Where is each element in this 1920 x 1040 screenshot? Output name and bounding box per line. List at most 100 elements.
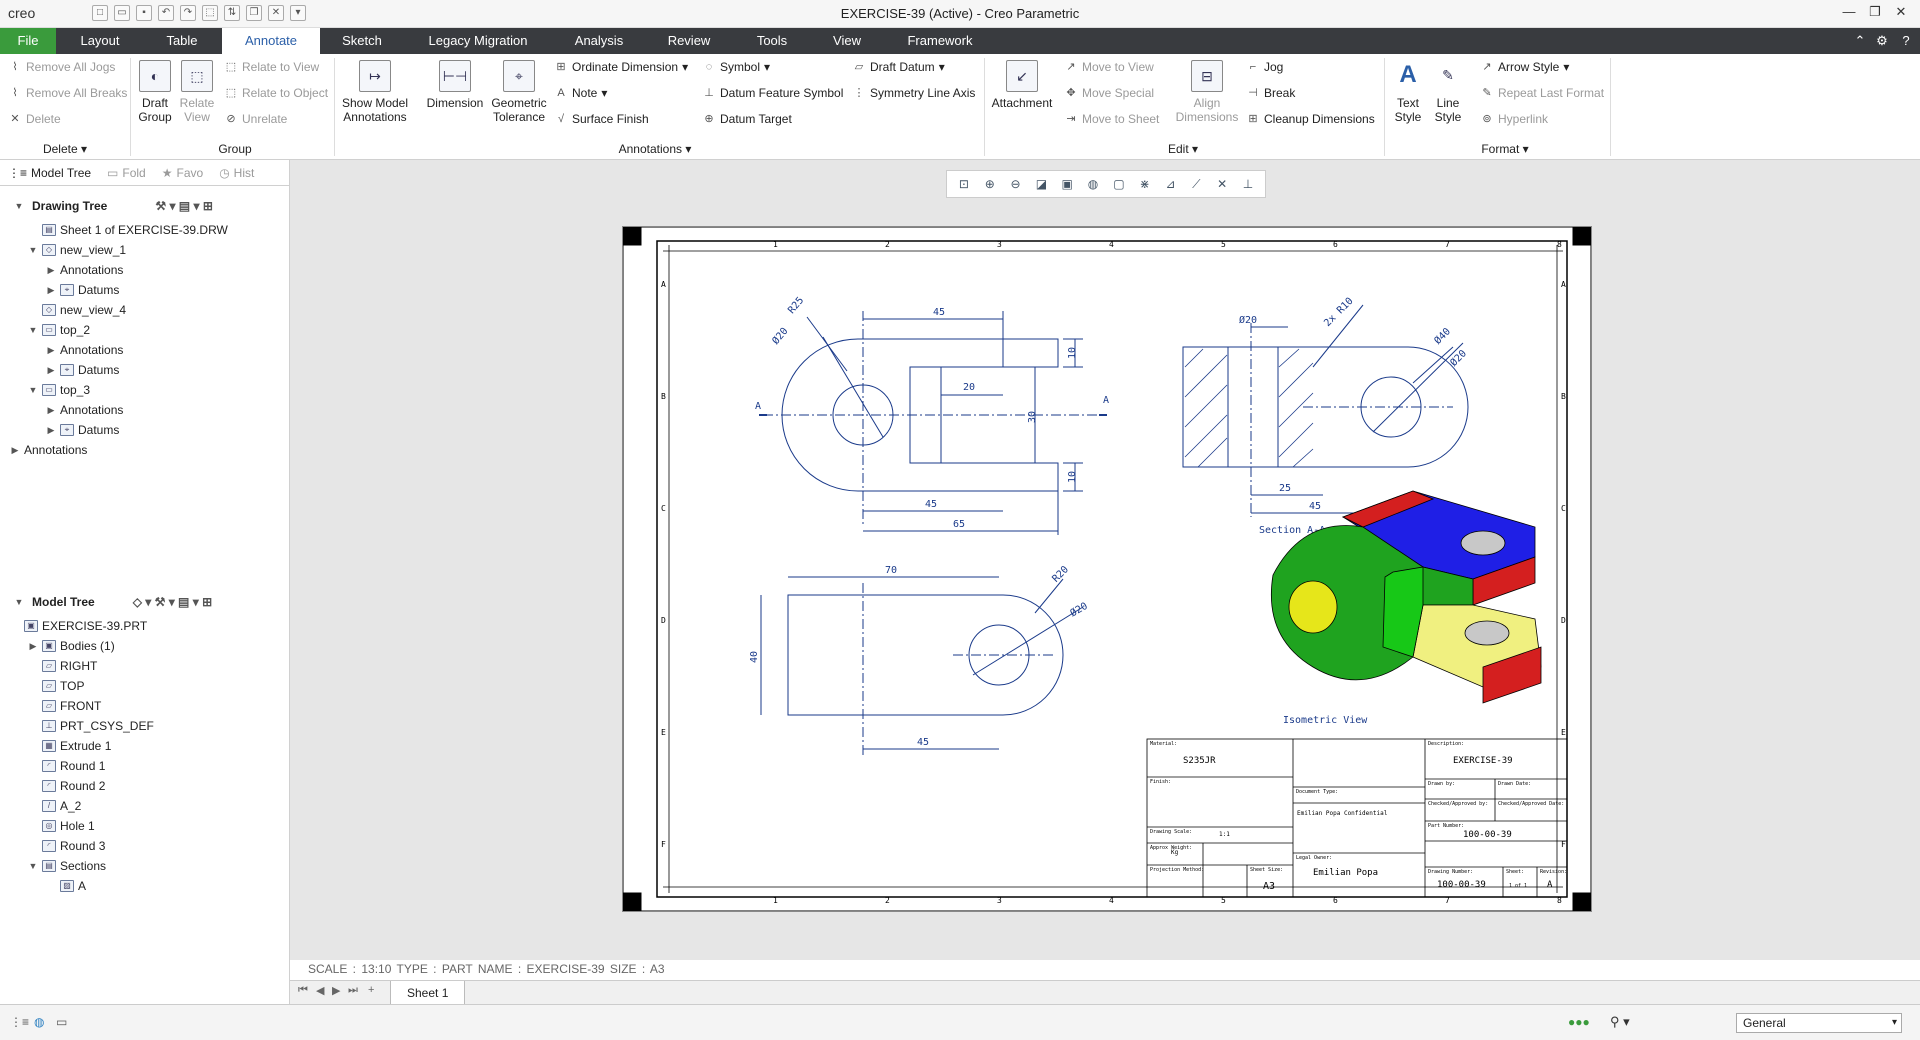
expand-arrow-icon[interactable]: ▼ xyxy=(28,856,38,876)
tree-item[interactable]: ▶ Annotations xyxy=(46,260,124,280)
view-manager-icon[interactable]: ▢ xyxy=(1110,175,1128,193)
break-button[interactable]: ⊣ Break xyxy=(1246,86,1295,100)
minimize-icon[interactable]: — xyxy=(1838,4,1860,22)
tree-item[interactable]: ▨ A xyxy=(46,876,86,896)
move-to-sheet-button[interactable]: ⇥ Move to Sheet xyxy=(1064,112,1159,126)
expand-arrow-icon[interactable]: ▶ xyxy=(46,420,56,440)
restore-icon[interactable]: ❐ xyxy=(1864,4,1886,22)
tree-item[interactable]: ▶ Annotations xyxy=(10,440,88,460)
redo-icon[interactable]: ↷ xyxy=(180,5,196,21)
tab-view[interactable]: View xyxy=(820,28,874,54)
symbol-button[interactable]: ◌ Symbol ▾ xyxy=(702,60,770,74)
tree-item[interactable]: ▼ ▭ top_2 xyxy=(28,320,91,340)
expand-arrow-icon[interactable]: ▶ xyxy=(28,636,38,656)
delete-button[interactable]: ✕ Delete xyxy=(8,112,60,126)
draft-group-button[interactable]: ◐ Draft Group xyxy=(136,60,174,124)
tab-review[interactable]: Review xyxy=(656,28,722,54)
expand-arrow-icon[interactable]: ▶ xyxy=(46,360,56,380)
find-icon[interactable]: ⚲ ▾ xyxy=(1610,1014,1630,1030)
tree-item[interactable]: ▣ EXERCISE-39.PRT xyxy=(10,616,147,636)
tree-item[interactable]: ▶ ⌖ Datums xyxy=(46,420,120,440)
relate-view-button[interactable]: ⬚ Relate View xyxy=(178,60,216,124)
sheet-tab[interactable]: Sheet 1 xyxy=(390,981,466,1005)
new-file-icon[interactable]: □ xyxy=(92,5,108,21)
tree-item[interactable]: ▤ Sheet 1 of EXERCISE-39.DRW xyxy=(28,220,228,240)
windows-icon[interactable]: ❐ xyxy=(246,5,262,21)
arrow-style-button[interactable]: ↗ Arrow Style ▾ xyxy=(1480,60,1569,74)
tree-item[interactable]: ▼ ▤ Sections xyxy=(28,856,107,876)
show-model-annotations-button[interactable]: ↦ Show Model Annotations xyxy=(340,60,410,124)
zoom-in-icon[interactable]: ⊕ xyxy=(981,175,999,193)
annotation-display-icon[interactable]: ⊿ xyxy=(1162,175,1180,193)
zoom-out-icon[interactable]: ⊖ xyxy=(1007,175,1025,193)
move-special-button[interactable]: ✥ Move Special xyxy=(1064,86,1154,100)
tree-item[interactable]: ▱ RIGHT xyxy=(28,656,97,676)
next-sheet-icon[interactable]: ▶ xyxy=(332,984,340,997)
first-sheet-icon[interactable]: ⏮ xyxy=(298,984,308,997)
move-to-view-button[interactable]: ↗ Move to View xyxy=(1064,60,1153,74)
note-button[interactable]: A Note ▾ xyxy=(554,86,607,100)
point-display-icon[interactable]: ✕ xyxy=(1213,175,1231,193)
tree-item[interactable]: ▼ ◇ new_view_1 xyxy=(28,240,127,260)
tree-settings-icon[interactable]: ⚒ ▾ ▤ ▾ ⊞ xyxy=(155,199,213,213)
close-window-icon[interactable]: ✕ xyxy=(268,5,284,21)
expand-arrow-icon[interactable]: ▶ xyxy=(10,440,20,460)
tree-item[interactable]: ▶ ▣ Bodies (1) xyxy=(28,636,115,656)
model-tree-header[interactable]: ▼ Model Tree ◇ ▾ ⚒ ▾ ▤ ▾ ⊞ xyxy=(0,590,290,614)
last-sheet-icon[interactable]: ⏭ xyxy=(348,984,358,997)
repeat-last-format-button[interactable]: ✎ Repeat Last Format xyxy=(1480,86,1604,100)
settings-icon[interactable]: ⚙ xyxy=(1872,28,1892,54)
tree-item[interactable]: ▱ TOP xyxy=(28,676,84,696)
prev-sheet-icon[interactable]: ◀ xyxy=(316,984,324,997)
tab-sketch[interactable]: Sketch xyxy=(330,28,394,54)
align-dimensions-button[interactable]: ⊟ Align Dimensions xyxy=(1174,60,1240,124)
tree-item[interactable]: ▶ ⌖ Datums xyxy=(46,280,120,300)
display-style-icon[interactable]: ▣ xyxy=(1058,175,1076,193)
tab-framework[interactable]: Framework xyxy=(890,28,990,54)
customize-qat-icon[interactable]: ▾ xyxy=(290,5,306,21)
attachment-button[interactable]: ↙ Attachment xyxy=(990,60,1054,110)
tree-item[interactable]: ▶ Annotations xyxy=(46,400,124,420)
format-group-label[interactable]: Format ▾ xyxy=(1470,142,1540,156)
relate-to-object-button[interactable]: ⬚ Relate to Object xyxy=(224,86,328,100)
browser-toggle-icon[interactable]: ◍ xyxy=(34,1015,44,1029)
tab-table[interactable]: Table xyxy=(148,28,216,54)
close-icon[interactable]: ✕ xyxy=(1890,4,1912,22)
navigator-toggle-icon[interactable]: ⋮≡ xyxy=(10,1015,29,1029)
tree-item[interactable]: ◜ Round 3 xyxy=(28,836,105,856)
tree-item[interactable]: ▶ ⌖ Datums xyxy=(46,360,120,380)
annotations-group-label[interactable]: Annotations ▾ xyxy=(600,142,710,156)
ordinate-dimension-button[interactable]: ⊞ Ordinate Dimension ▾ xyxy=(554,60,688,74)
tree-item[interactable]: ▦ Extrude 1 xyxy=(28,736,111,756)
tree-item[interactable]: ◜ Round 1 xyxy=(28,756,105,776)
regenerate-icon[interactable]: ⇅ xyxy=(224,5,240,21)
tree-item[interactable]: ▶ Annotations xyxy=(46,340,124,360)
tree-item[interactable]: ◜ Round 2 xyxy=(28,776,105,796)
full-screen-icon[interactable]: ▭ xyxy=(56,1015,67,1029)
model-tree-settings-icon[interactable]: ◇ ▾ ⚒ ▾ ▤ ▾ ⊞ xyxy=(133,595,212,609)
jog-button[interactable]: ⌐ Jog xyxy=(1246,60,1284,74)
tab-annotate[interactable]: Annotate xyxy=(222,28,320,54)
tab-model-tree[interactable]: ⋮≡ Model Tree xyxy=(0,160,99,186)
open-file-icon[interactable]: ▭ xyxy=(114,5,130,21)
tree-item[interactable]: ◎ Hole 1 xyxy=(28,816,95,836)
tab-analysis[interactable]: Analysis xyxy=(560,28,638,54)
help-icon[interactable]: ? xyxy=(1896,28,1916,54)
relate-to-view-button[interactable]: ⬚ Relate to View xyxy=(224,60,319,74)
draft-datum-button[interactable]: ▱ Draft Datum ▾ xyxy=(852,60,945,74)
remove-all-jogs-button[interactable]: ⌇ Remove All Jogs xyxy=(8,60,115,74)
tab-legacy-migration[interactable]: Legacy Migration xyxy=(418,28,538,54)
add-sheet-icon[interactable]: + xyxy=(368,984,374,996)
expand-arrow-icon[interactable]: ▶ xyxy=(46,340,56,360)
expand-arrow-icon[interactable]: ▶ xyxy=(46,280,56,300)
tab-favorites[interactable]: ★ Favo xyxy=(154,160,211,186)
delete-group-label[interactable]: Delete ▾ xyxy=(40,142,90,156)
expand-arrow-icon[interactable]: ▼ xyxy=(28,240,38,260)
tree-item[interactable]: ▼ ▭ top_3 xyxy=(28,380,91,400)
tree-item[interactable]: / A_2 xyxy=(28,796,81,816)
repaint-icon[interactable]: ◪ xyxy=(1032,175,1050,193)
tab-folder-browser[interactable]: ▭ Fold xyxy=(99,160,154,186)
tab-tools[interactable]: Tools xyxy=(742,28,802,54)
symmetry-line-axis-button[interactable]: ⋮ Symmetry Line Axis xyxy=(852,86,976,100)
drawing-tree-header[interactable]: ▼ Drawing Tree ⚒ ▾ ▤ ▾ ⊞ xyxy=(0,194,290,218)
